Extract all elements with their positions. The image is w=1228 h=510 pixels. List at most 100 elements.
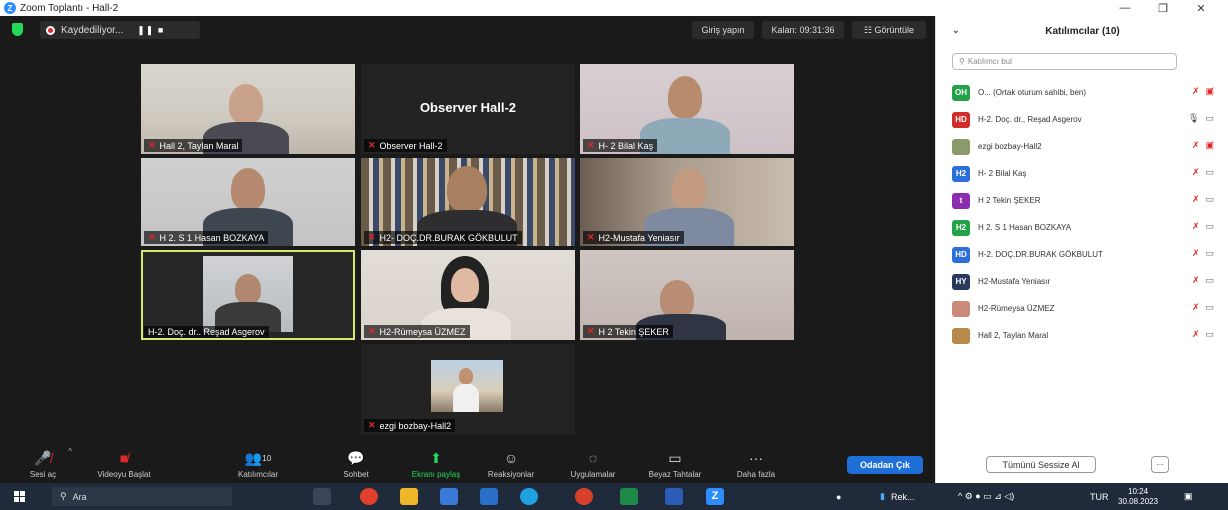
- participant-row[interactable]: H2 H- 2 Bilal Kaş ✗ ▭: [952, 160, 1222, 187]
- restore-button[interactable]: ❐: [1148, 0, 1178, 16]
- window-title: Zoom Toplantı - Hall-2: [20, 2, 119, 14]
- panel-more-button[interactable]: ···: [1151, 456, 1169, 473]
- excel-icon[interactable]: [620, 488, 638, 505]
- participant-row[interactable]: t H 2 Tekin ŞEKER ✗ ▭: [952, 187, 1222, 214]
- participant-list: OH O... (Ortak oturum sahibi, ben) ✗ ▣̸ HD H-…: [952, 79, 1222, 349]
- video-off-icon: ■̸: [119, 450, 129, 466]
- participants-button[interactable]: 👥 10 Katılımcılar: [228, 437, 288, 483]
- chat-button[interactable]: 💬 Sohbet: [340, 437, 372, 483]
- mic-muted-icon: ✗: [1191, 140, 1200, 150]
- participant-row[interactable]: H2-Rümeysa ÜZMEZ ✗ ▭: [952, 295, 1222, 322]
- whiteboards-button[interactable]: ▭ Beyaz Tahtalar: [640, 437, 710, 483]
- tile-label: H-2. Doç. dr.. Reşad Asgerov: [144, 326, 269, 338]
- apps-button[interactable]: ◌ Uygulamalar: [562, 437, 624, 483]
- panel-footer: Tümünü Sessize Al ···: [936, 453, 1228, 483]
- video-tile[interactable]: ✕ H2-Mustafa Yeniasır: [580, 158, 794, 246]
- mic-on-icon: 🎙: [1188, 113, 1200, 123]
- video-tile[interactable]: ✕ H 2 Tekin ŞEKER: [580, 250, 794, 340]
- participant-name: H2-Rümeysa ÜZMEZ: [978, 304, 1055, 313]
- participant-row[interactable]: OH O... (Ortak oturum sahibi, ben) ✗ ▣̸: [952, 79, 1222, 106]
- video-icon: ▭: [1205, 221, 1214, 231]
- avatar: [952, 300, 970, 317]
- mic-muted-icon: ✕: [587, 326, 595, 336]
- chrome-profile-icon[interactable]: [575, 488, 593, 505]
- avatar: HD: [952, 111, 970, 128]
- avatar: HY: [952, 273, 970, 290]
- video-tile[interactable]: ✕ ezgi bozbay-Hall2: [361, 344, 575, 434]
- avatar: OH: [952, 84, 970, 101]
- participant-row[interactable]: Hall 2, Taylan Maral ✗ ▭: [952, 322, 1222, 349]
- window-titlebar: Z Zoom Toplantı - Hall-2 — ❐ ✕: [0, 0, 1228, 16]
- time-remaining: Kalan: 09:31:36: [762, 21, 844, 39]
- panel-header: ⌄ Katılımcılar (10): [936, 16, 1228, 46]
- reaction-icon: ☺: [503, 450, 519, 466]
- video-area: Kaydediliyor... ❚❚ ■ Giriş yapın Kalan: …: [0, 16, 935, 483]
- participant-name: H2-Mustafa Yeniasır: [978, 277, 1051, 286]
- participant-row[interactable]: HD H-2. Doç. dr., Reşad Asgerov 🎙 ▭: [952, 106, 1222, 133]
- participant-row[interactable]: HD H-2. DOÇ.DR.BURAK GÖKBULUT ✗ ▭: [952, 241, 1222, 268]
- video-tile[interactable]: ✕ H2- DOÇ.DR.BURAK GÖKBULUT: [361, 158, 575, 246]
- avatar: H2: [952, 219, 970, 236]
- leave-meeting-button[interactable]: Odadan Çık: [847, 456, 923, 474]
- chat-icon: 💬: [347, 449, 365, 466]
- participant-row[interactable]: H2 H 2. S 1 Hasan BOZKAYA ✗ ▭: [952, 214, 1222, 241]
- start-video-button[interactable]: ■̸ Videoyu Başlat: [88, 437, 160, 483]
- notifications-icon[interactable]: ▣: [1184, 483, 1193, 510]
- video-icon: ▭: [1205, 275, 1214, 285]
- participant-search-input[interactable]: ⚲ Katılımcı bul: [952, 53, 1177, 70]
- file-explorer-icon[interactable]: [400, 488, 418, 505]
- edge-icon[interactable]: [520, 488, 538, 505]
- sign-in-button[interactable]: Giriş yapın: [692, 21, 754, 39]
- more-icon: ···: [749, 450, 763, 466]
- taskbar-search[interactable]: ⚲ Ara: [52, 487, 232, 506]
- windows-taskbar: ⚲ Ara Z ● ▮ Rek... ^ ⚙ ● ▭ ⊿ ◁) TUR 10:24 3…: [0, 483, 1228, 510]
- tile-label: ✕ H2-Mustafa Yeniasır: [583, 231, 684, 244]
- chevron-down-icon[interactable]: ⌄: [952, 25, 960, 36]
- clock[interactable]: 10:24 30.08.2023: [1118, 483, 1158, 510]
- video-tile-active-speaker[interactable]: H-2. Doç. dr.. Reşad Asgerov: [141, 250, 355, 340]
- video-icon: ▭: [1205, 113, 1214, 123]
- reactions-button[interactable]: ☺ Reaksiyonlar: [480, 437, 542, 483]
- view-button[interactable]: ☷ Görüntüle: [852, 21, 926, 39]
- participants-icon: 👥 10: [244, 449, 272, 466]
- share-screen-button[interactable]: ⬆ Ekranı paylaş: [404, 437, 468, 483]
- avatar: H2: [952, 165, 970, 182]
- avatar: HD: [952, 246, 970, 263]
- video-tile[interactable]: Observer Hall-2 ✕ Observer Hall-2: [361, 64, 575, 154]
- video-tile[interactable]: ✕ H 2. S 1 Hasan BOZKAYA: [141, 158, 355, 246]
- mail-icon[interactable]: [480, 488, 498, 505]
- more-button[interactable]: ··· Daha fazla: [728, 437, 784, 483]
- video-tile[interactable]: ✕ Hall 2, Taylan Maral: [141, 64, 355, 154]
- task-view-icon[interactable]: [313, 488, 331, 505]
- participant-name: O... (Ortak oturum sahibi, ben): [978, 88, 1087, 97]
- participant-row[interactable]: HY H2-Mustafa Yeniasır ✗ ▭: [952, 268, 1222, 295]
- meeting-toolbar: 🎤̸ Sesi aç ^ ■̸ Videoyu Başlat 👥 10 Katıl…: [0, 437, 935, 483]
- participant-row[interactable]: ezgi bozbay-Hall2 ✗ ▣̸: [952, 133, 1222, 160]
- security-shield-icon[interactable]: [12, 23, 23, 36]
- mic-muted-icon: ✗: [1191, 275, 1200, 285]
- start-icon[interactable]: [14, 491, 25, 502]
- recording-controls[interactable]: ❚❚ ■: [137, 25, 164, 36]
- participant-name: H 2 Tekin ŞEKER: [978, 196, 1041, 205]
- tray-rec-app[interactable]: ▮ Rek...: [880, 483, 914, 510]
- minimize-button[interactable]: —: [1110, 0, 1140, 16]
- language-indicator[interactable]: TUR: [1090, 483, 1109, 510]
- word-icon[interactable]: [665, 488, 683, 505]
- mic-muted-icon: ✕: [587, 232, 595, 242]
- tray-icons[interactable]: ^ ⚙ ● ▭ ⊿ ◁): [958, 483, 1014, 510]
- whiteboard-icon: ▭: [668, 449, 682, 466]
- zoom-taskbar-icon[interactable]: Z: [706, 488, 724, 505]
- close-button[interactable]: ✕: [1186, 0, 1216, 16]
- video-tile[interactable]: ✕ H- 2 Bilal Kaş: [580, 64, 794, 154]
- unmute-button[interactable]: 🎤̸ Sesi aç ^: [26, 437, 72, 483]
- video-tile[interactable]: ✕ H2-Rümeysa ÜZMEZ: [361, 250, 575, 340]
- tile-label: ✕ H- 2 Bilal Kaş: [583, 139, 658, 152]
- chrome-icon[interactable]: [360, 488, 378, 505]
- tray-chrome-icon[interactable]: ●: [836, 483, 841, 510]
- mute-all-button[interactable]: Tümünü Sessize Al: [986, 456, 1096, 473]
- store-icon[interactable]: [440, 488, 458, 505]
- participant-name: H- 2 Bilal Kaş: [978, 169, 1027, 178]
- recording-indicator[interactable]: Kaydediliyor... ❚❚ ■: [40, 21, 200, 39]
- mic-muted-icon: ✕: [148, 140, 156, 150]
- mic-muted-icon: ✕: [368, 140, 376, 150]
